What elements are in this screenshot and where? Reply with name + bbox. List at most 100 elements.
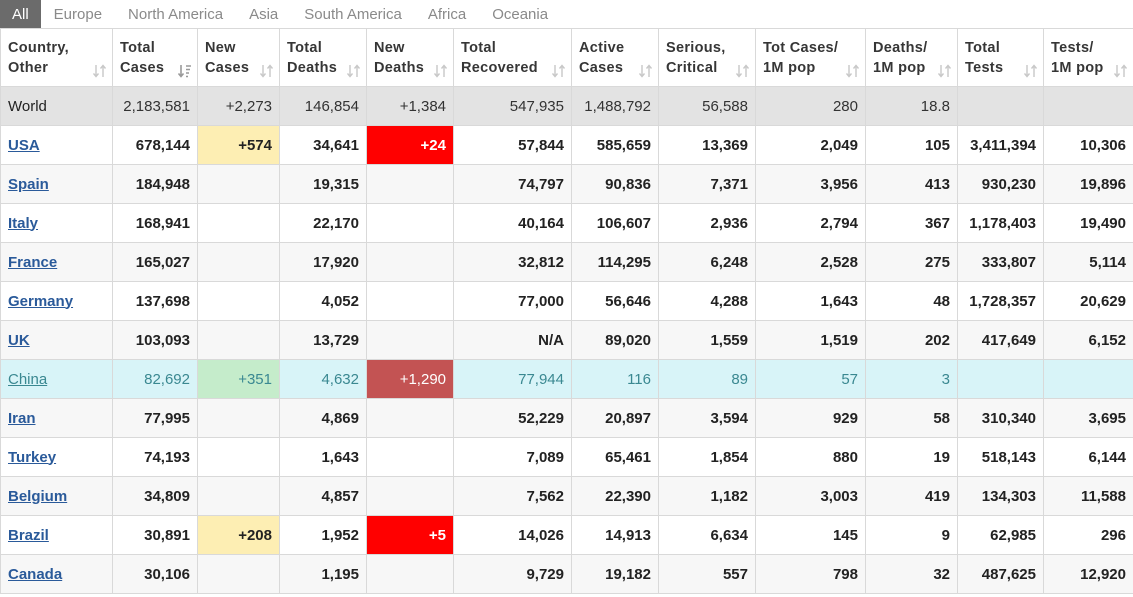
- column-header-0[interactable]: Country, Other: [0, 28, 113, 87]
- country-link[interactable]: Spain: [8, 176, 49, 193]
- table-row: Italy 168,941 22,170 40,164 106,607 2,936 2,79…: [0, 203, 1133, 243]
- country-link[interactable]: Italy: [8, 215, 38, 232]
- column-header-10[interactable]: Total Tests: [957, 28, 1044, 87]
- column-header-label: Total: [287, 39, 323, 56]
- country-link[interactable]: USA: [8, 137, 40, 154]
- country-link[interactable]: Brazil: [8, 527, 49, 544]
- total-recovered-cell: 52,229: [453, 398, 572, 438]
- sort-arrows-icon[interactable]: [259, 64, 274, 78]
- tab-north-america[interactable]: North America: [115, 0, 236, 28]
- deaths-per-1m-cell: 18.8: [865, 86, 958, 126]
- new-cases-cell: [197, 164, 280, 204]
- column-header-label: Deaths: [287, 59, 338, 76]
- country-cell: Belgium: [0, 476, 113, 516]
- tests-per-1m-cell: 19,490: [1043, 203, 1133, 243]
- column-header-1[interactable]: Total Cases: [112, 28, 198, 87]
- total-deaths-cell: 4,869: [279, 398, 367, 438]
- sort-arrows-icon[interactable]: [1113, 64, 1128, 78]
- total-tests-cell: [957, 359, 1044, 399]
- column-header-2[interactable]: New Cases: [197, 28, 280, 87]
- cases-per-1m-cell: 280: [755, 86, 866, 126]
- country-link[interactable]: France: [8, 254, 57, 271]
- country-cell: UK: [0, 320, 113, 360]
- new-deaths-cell: [366, 164, 454, 204]
- active-cases-cell: 114,295: [571, 242, 659, 282]
- new-cases-cell: [197, 437, 280, 477]
- tests-per-1m-cell: 20,629: [1043, 281, 1133, 321]
- tab-all[interactable]: All: [0, 0, 41, 28]
- column-header-label: Total: [120, 39, 156, 56]
- column-header-label: Recovered: [461, 59, 538, 76]
- tab-oceania[interactable]: Oceania: [479, 0, 561, 28]
- column-header-label: 1M pop: [873, 59, 926, 76]
- sort-arrows-icon[interactable]: [346, 64, 361, 78]
- total-deaths-cell: 13,729: [279, 320, 367, 360]
- column-header-label: Tot Cases/: [763, 39, 839, 56]
- tab-europe[interactable]: Europe: [41, 0, 115, 28]
- sort-arrows-icon[interactable]: [1023, 64, 1038, 78]
- column-header-5[interactable]: Total Recovered: [453, 28, 572, 87]
- total-deaths-cell: 17,920: [279, 242, 367, 282]
- serious-critical-cell: 6,248: [658, 242, 756, 282]
- sort-arrows-icon[interactable]: [433, 64, 448, 78]
- serious-critical-cell: 89: [658, 359, 756, 399]
- total-recovered-cell: 547,935: [453, 86, 572, 126]
- tab-asia[interactable]: Asia: [236, 0, 291, 28]
- cases-per-1m-cell: 1,643: [755, 281, 866, 321]
- country-link[interactable]: UK: [8, 332, 30, 349]
- tests-per-1m-cell: 11,588: [1043, 476, 1133, 516]
- sort-arrows-icon[interactable]: [845, 64, 860, 78]
- cases-per-1m-cell: 880: [755, 437, 866, 477]
- new-deaths-cell: [366, 554, 454, 594]
- new-cases-cell: [197, 281, 280, 321]
- tab-africa[interactable]: Africa: [415, 0, 479, 28]
- total-tests-cell: 417,649: [957, 320, 1044, 360]
- new-deaths-cell: +1,384: [366, 86, 454, 126]
- active-cases-cell: 585,659: [571, 125, 659, 165]
- serious-critical-cell: 1,182: [658, 476, 756, 516]
- deaths-per-1m-cell: 58: [865, 398, 958, 438]
- column-header-6[interactable]: Active Cases: [571, 28, 659, 87]
- column-header-4[interactable]: New Deaths: [366, 28, 454, 87]
- cases-per-1m-cell: 57: [755, 359, 866, 399]
- new-cases-cell: [197, 242, 280, 282]
- total-cases-cell: 74,193: [112, 437, 198, 477]
- active-cases-cell: 22,390: [571, 476, 659, 516]
- deaths-per-1m-cell: 32: [865, 554, 958, 594]
- sort-arrows-icon[interactable]: [551, 64, 566, 78]
- new-cases-cell: [197, 554, 280, 594]
- total-recovered-cell: 7,562: [453, 476, 572, 516]
- column-header-8[interactable]: Tot Cases/1M pop: [755, 28, 866, 87]
- sort-arrows-icon[interactable]: [937, 64, 952, 78]
- new-deaths-cell: +1,290: [366, 359, 454, 399]
- table-row: Spain 184,948 19,315 74,797 90,836 7,371 3,956…: [0, 164, 1133, 204]
- total-deaths-cell: 22,170: [279, 203, 367, 243]
- table-row: Canada 30,106 1,195 9,729 19,182 557 798 32 487,…: [0, 554, 1133, 594]
- serious-critical-cell: 6,634: [658, 515, 756, 555]
- column-header-label: New: [205, 39, 236, 56]
- column-header-9[interactable]: Deaths/1M pop: [865, 28, 958, 87]
- sort-desc-icon[interactable]: [177, 64, 192, 78]
- tab-south-america[interactable]: South America: [291, 0, 415, 28]
- world-total-row: World 2,183,581 +2,273 146,854 +1,384 547,935…: [0, 86, 1133, 126]
- country-link[interactable]: China: [8, 371, 47, 388]
- tests-per-1m-cell: 12,920: [1043, 554, 1133, 594]
- column-header-label: Cases: [120, 59, 165, 76]
- column-header-3[interactable]: Total Deaths: [279, 28, 367, 87]
- total-cases-cell: 168,941: [112, 203, 198, 243]
- sort-arrows-icon[interactable]: [92, 64, 107, 78]
- country-link[interactable]: Iran: [8, 410, 36, 427]
- country-link[interactable]: Germany: [8, 293, 73, 310]
- column-header-11[interactable]: Tests/1M pop: [1043, 28, 1133, 87]
- country-link[interactable]: Turkey: [8, 449, 56, 466]
- new-deaths-cell: [366, 476, 454, 516]
- country-link[interactable]: Belgium: [8, 488, 67, 505]
- column-header-7[interactable]: Serious, Critical: [658, 28, 756, 87]
- sort-arrows-icon[interactable]: [638, 64, 653, 78]
- new-cases-cell: [197, 398, 280, 438]
- total-recovered-cell: N/A: [453, 320, 572, 360]
- serious-critical-cell: 2,936: [658, 203, 756, 243]
- deaths-per-1m-cell: 413: [865, 164, 958, 204]
- country-link[interactable]: Canada: [8, 566, 62, 583]
- sort-arrows-icon[interactable]: [735, 64, 750, 78]
